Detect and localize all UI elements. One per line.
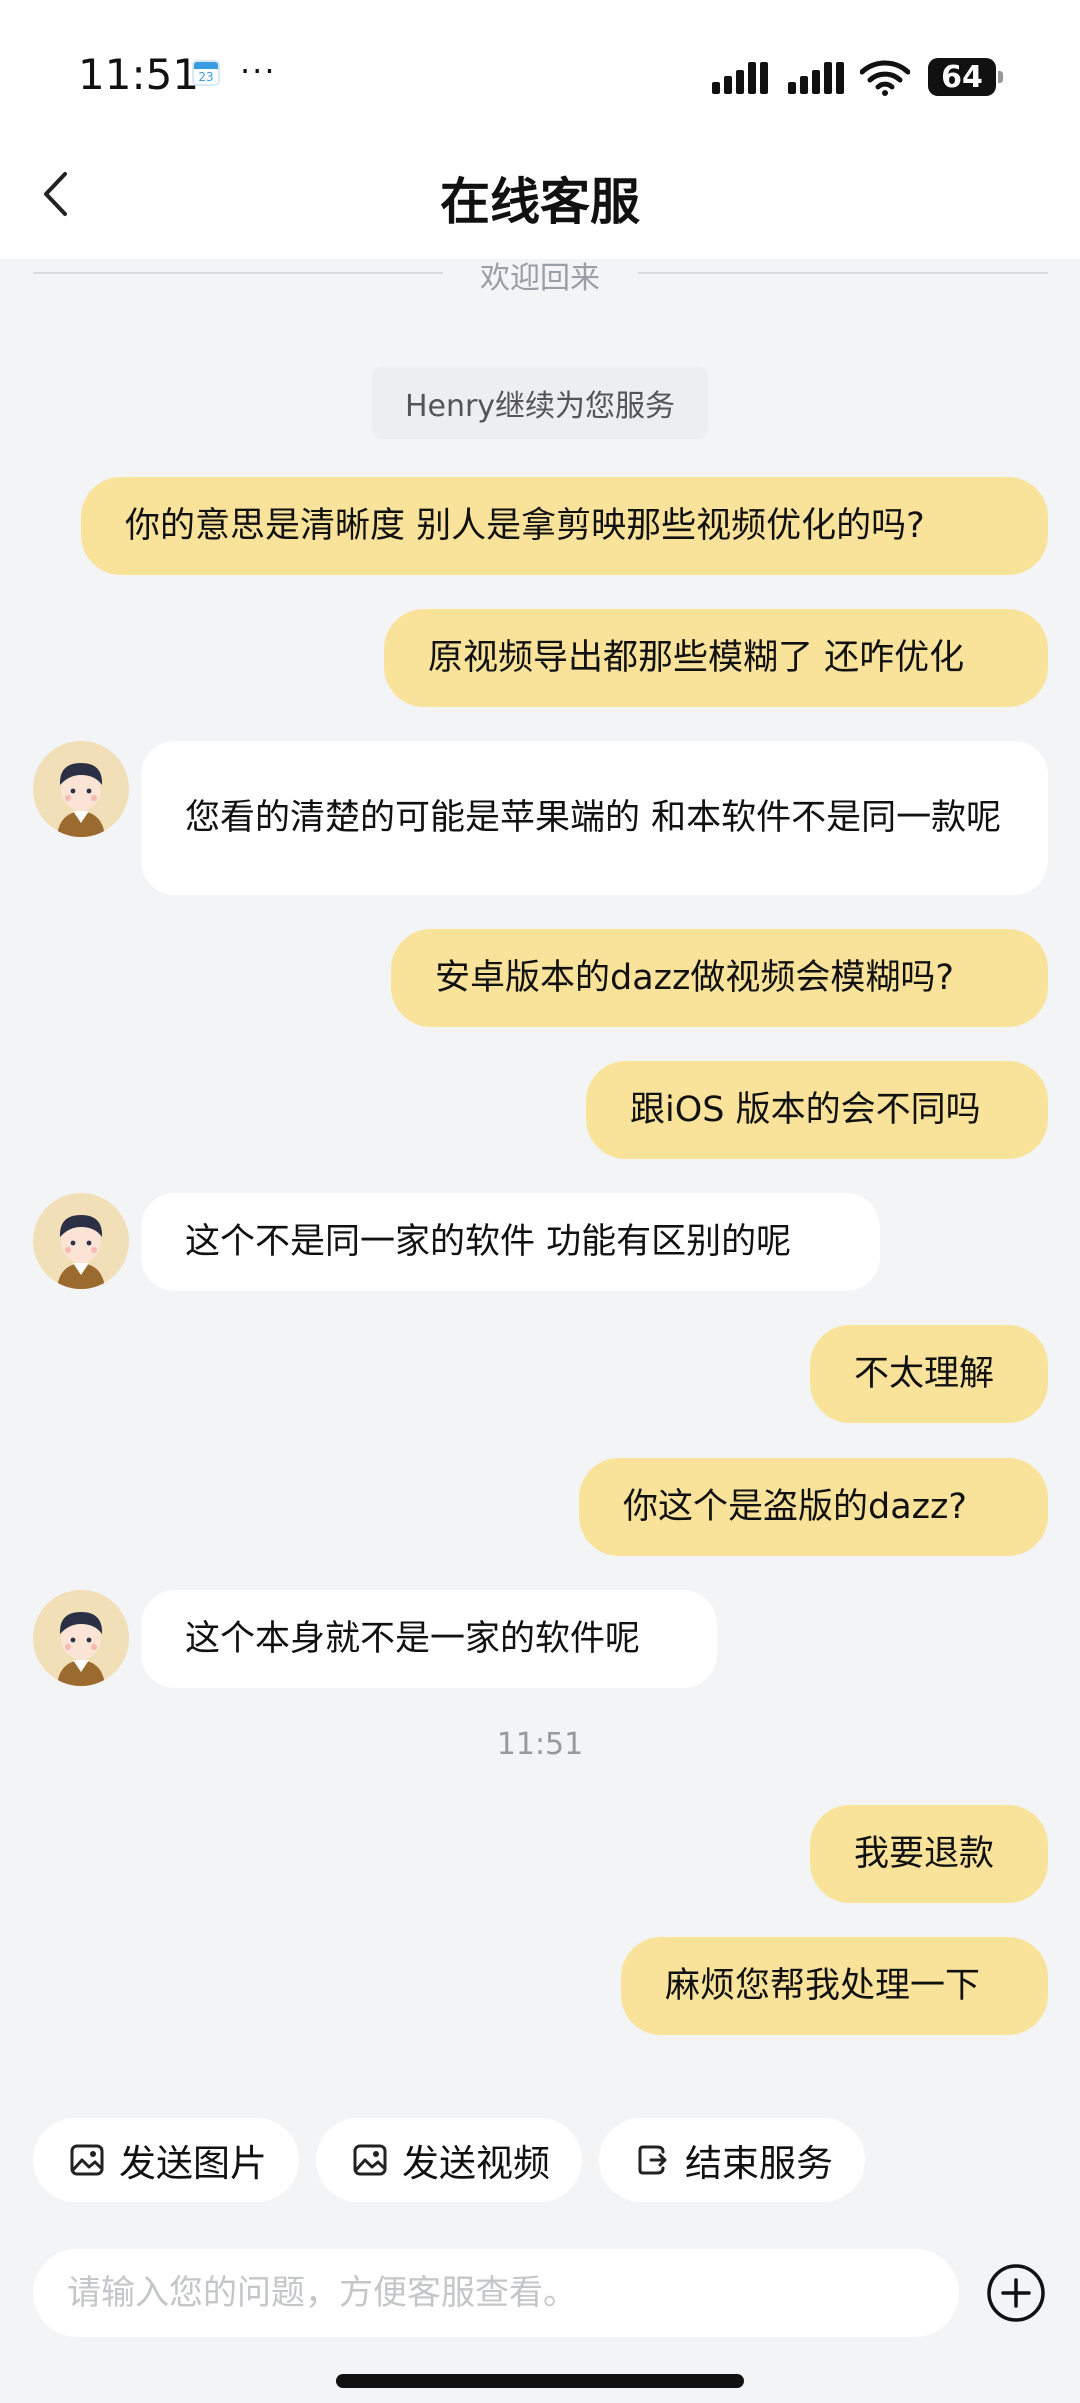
- battery-indicator: 64: [928, 58, 1003, 96]
- message-input[interactable]: [67, 2273, 959, 2313]
- agent-avatar: [33, 1590, 129, 1686]
- send-image-label: 发送图片: [119, 2142, 267, 2185]
- video-icon: [352, 2142, 388, 2178]
- calendar-icon: 23: [192, 60, 220, 86]
- agent-message: 这个本身就不是一家的软件呢: [141, 1590, 717, 1688]
- user-message: 原视频导出都那些模糊了 还咋优化: [384, 609, 1048, 707]
- agent-avatar: [33, 1193, 129, 1289]
- user-message: 跟iOS 版本的会不同吗: [586, 1061, 1048, 1159]
- plus-icon: [987, 2264, 1045, 2322]
- send-image-button[interactable]: 发送图片: [33, 2118, 299, 2202]
- user-message: 你的意思是清晰度 别人是拿剪映那些视频优化的吗?: [81, 477, 1048, 575]
- end-service-label: 结束服务: [685, 2142, 833, 2185]
- status-time: 11:51: [78, 50, 200, 99]
- signal-icon: [788, 62, 844, 94]
- service-agent-notice: Henry继续为您服务: [372, 367, 708, 439]
- more-notifications-icon: ···: [240, 52, 277, 90]
- agent-message: 这个不是同一家的软件 功能有区别的呢: [141, 1193, 880, 1291]
- end-service-button[interactable]: 结束服务: [599, 2118, 865, 2202]
- signal-icon: [712, 62, 768, 94]
- message-timestamp: 11:51: [496, 1727, 584, 1762]
- send-video-button[interactable]: 发送视频: [316, 2118, 582, 2202]
- send-video-label: 发送视频: [402, 2142, 550, 2185]
- agent-avatar: [33, 741, 129, 837]
- user-message: 你这个是盗版的dazz?: [579, 1458, 1048, 1556]
- exit-icon: [635, 2142, 671, 2178]
- home-indicator[interactable]: [336, 2374, 744, 2388]
- agent-message: 您看的清楚的可能是苹果端的 和本软件不是同一款呢: [141, 741, 1048, 895]
- welcome-divider: 欢迎回来: [480, 261, 600, 296]
- message-input-container: [33, 2249, 959, 2337]
- user-message: 不太理解: [810, 1325, 1048, 1423]
- top-bar: 11:51 23 ··· 64 在线客服: [0, 0, 1080, 259]
- wifi-icon: [859, 60, 911, 96]
- user-message: 安卓版本的dazz做视频会模糊吗?: [391, 929, 1048, 1027]
- image-icon: [69, 2142, 105, 2178]
- user-message: 我要退款: [810, 1805, 1048, 1903]
- add-button[interactable]: [986, 2263, 1046, 2323]
- page-title: 在线客服: [440, 173, 640, 231]
- user-message: 麻烦您帮我处理一下: [621, 1937, 1048, 2035]
